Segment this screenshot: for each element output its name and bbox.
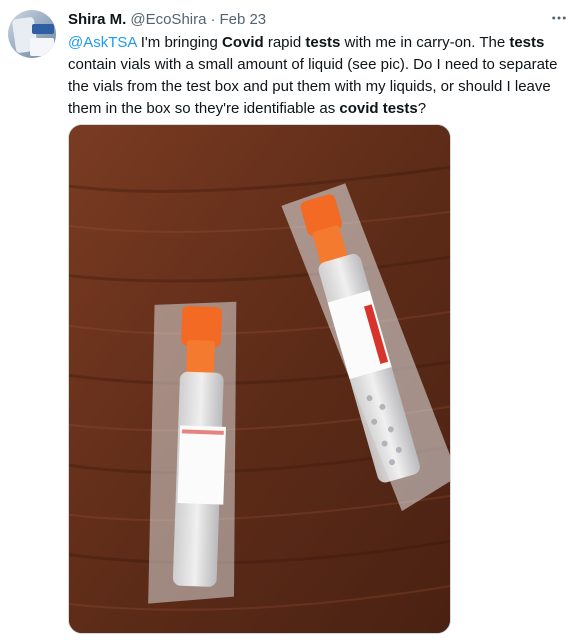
- tweet-header: Shira M. @EcoShira · Feb 23: [68, 10, 568, 30]
- tweet-text: @AskTSA I'm bringing Covid rapid tests w…: [68, 32, 564, 120]
- display-name[interactable]: Shira M.: [68, 10, 126, 30]
- tweet-text-segment: contain vials with a small amount of liq…: [68, 56, 558, 117]
- tweet-photo[interactable]: [68, 124, 451, 634]
- tweet-text-segment: with me in carry-on. The: [340, 34, 510, 51]
- avatar-image-part: [30, 38, 54, 56]
- user-handle[interactable]: @EcoShira: [130, 10, 206, 30]
- tweet-text-segment: rapid: [263, 34, 306, 51]
- tweet-date[interactable]: Feb 23: [219, 10, 266, 30]
- tweet-text-segment: I'm bringing: [136, 34, 222, 51]
- avatar-image-part: [32, 24, 54, 34]
- avatar[interactable]: [8, 10, 56, 58]
- tweet-content: Shira M. @EcoShira · Feb 23 @AskTSA I'm …: [68, 10, 568, 120]
- search-highlight: tests: [509, 34, 545, 51]
- tweet-text-segment: ?: [417, 100, 427, 117]
- vial-front: [148, 301, 237, 604]
- search-highlight: tests: [305, 34, 341, 51]
- search-highlight: covid tests: [339, 100, 418, 117]
- photo-covid-test-vials: [69, 125, 450, 633]
- separator-dot: ·: [210, 11, 216, 28]
- search-highlight: Covid: [221, 34, 264, 51]
- more-horizontal-icon: [550, 9, 568, 32]
- mention-link[interactable]: @AskTSA: [68, 34, 137, 51]
- tweet[interactable]: Shira M. @EcoShira · Feb 23 @AskTSA I'm …: [0, 0, 581, 642]
- more-options-button[interactable]: [549, 10, 569, 30]
